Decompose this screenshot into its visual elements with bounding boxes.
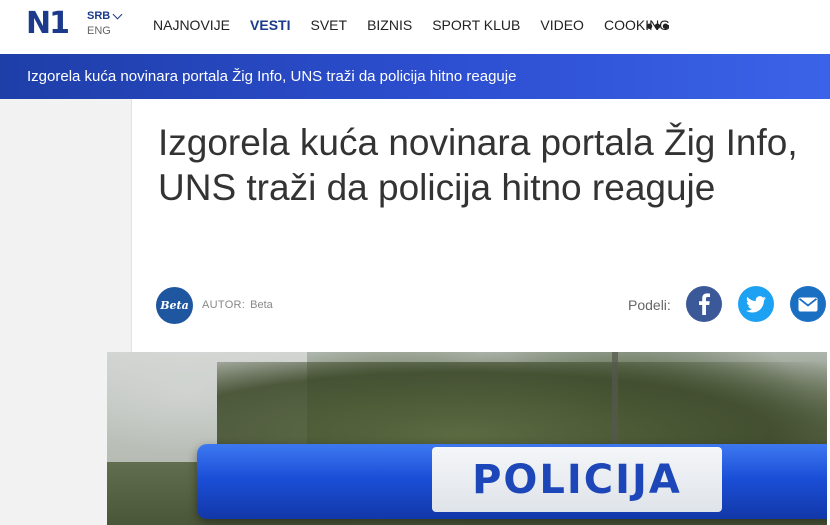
more-dots-icon[interactable]: ••• [646, 16, 670, 39]
ticker-headline[interactable]: Izgorela kuća novinara portala Žig Info,… [27, 68, 516, 85]
author-row: Beta AUTOR: Beta [156, 286, 273, 324]
language-switcher[interactable]: SRB ENG [87, 9, 123, 39]
nav-item-svet[interactable]: SVET [300, 17, 357, 33]
chevron-down-icon[interactable] [112, 9, 123, 20]
police-sign-text: POLICIJA [472, 456, 682, 503]
author-label: AUTOR: [202, 299, 246, 311]
police-sign-panel: POLICIJA [432, 447, 722, 512]
site-header: N1 SRB ENG NAJNOVIJE VESTI SVET BIZNIS S… [0, 0, 830, 54]
facebook-icon [699, 293, 710, 315]
logo-text[interactable]: N1 [26, 8, 70, 40]
share-label: Podeli: [628, 297, 671, 313]
share-twitter-button[interactable] [738, 286, 774, 322]
nav-item-video[interactable]: VIDEO [530, 17, 594, 33]
author-avatar[interactable]: Beta [156, 286, 193, 324]
language-current[interactable]: SRB [87, 9, 123, 24]
avatar-text: Beta [160, 298, 189, 312]
author-name[interactable]: Beta [250, 299, 273, 311]
language-srb[interactable]: SRB [87, 9, 110, 24]
share-facebook-button[interactable] [686, 286, 722, 322]
nav-item-biznis[interactable]: BIZNIS [357, 17, 422, 33]
share-email-button[interactable] [790, 286, 826, 322]
nav-item-vesti[interactable]: VESTI [240, 17, 300, 33]
email-icon [798, 297, 818, 311]
nav-item-najnovije[interactable]: NAJNOVIJE [143, 17, 240, 33]
headline-ticker: Izgorela kuća novinara portala Žig Info,… [0, 54, 830, 99]
language-eng[interactable]: ENG [87, 24, 121, 39]
main-nav: NAJNOVIJE VESTI SVET BIZNIS SPORT KLUB V… [143, 0, 680, 50]
n1-logo[interactable]: N1 [26, 8, 70, 40]
nav-item-sport-klub[interactable]: SPORT KLUB [422, 17, 530, 33]
article-hero-image: POLICIJA [107, 352, 827, 525]
article-title: Izgorela kuća novinara portala Žig Info,… [158, 122, 798, 208]
twitter-icon [746, 295, 766, 312]
